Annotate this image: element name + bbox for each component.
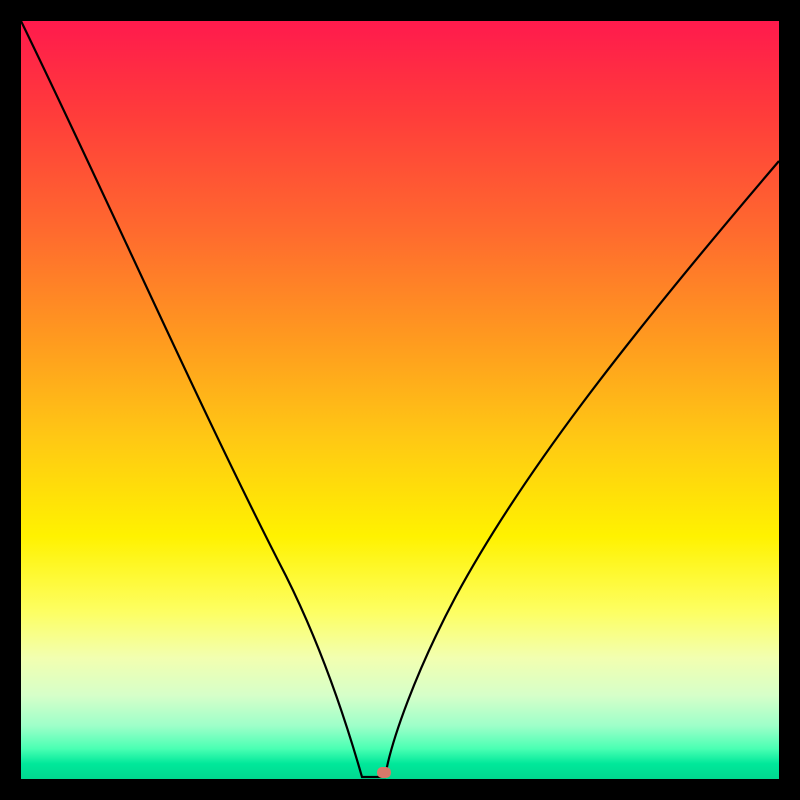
chart-container: TheBottleneck.com	[0, 0, 800, 800]
bottleneck-curve	[21, 21, 779, 779]
curve-path	[21, 21, 779, 777]
watermark-text: TheBottleneck.com	[608, 2, 776, 25]
optimal-marker	[377, 767, 391, 778]
plot-area	[21, 21, 779, 779]
